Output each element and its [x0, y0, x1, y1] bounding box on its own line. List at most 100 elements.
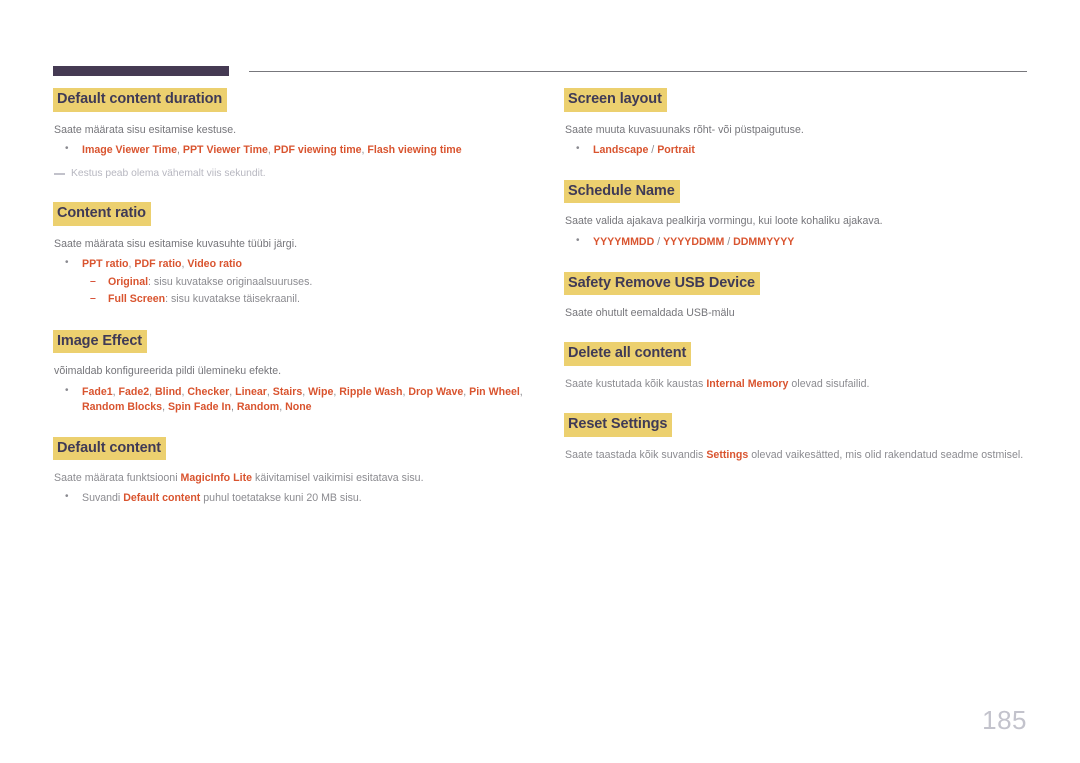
- section-heading-highlight: Default content: [53, 436, 167, 461]
- keyword-term: Pin Wheel: [469, 385, 520, 398]
- content-block: Default content Saate määrata funktsiooni…: [53, 436, 533, 507]
- plain-text: /: [648, 143, 658, 156]
- section-heading-highlight: Reset Settings: [564, 413, 673, 437]
- keyword-term: Portrait: [657, 143, 695, 156]
- right-column: Screen layout Saate muuta kuvasuunaks rõh…: [564, 88, 1034, 462]
- header-divider-line: [249, 71, 1027, 72]
- keyword-term: Video ratio: [187, 258, 242, 270]
- plain-text: /: [654, 235, 664, 248]
- keyword-term: Image Viewer Time: [82, 143, 178, 156]
- keyword-term: Flash viewing time: [367, 143, 462, 156]
- option-text: Fade1, Fade2, Blind, Checker, Linear, St…: [82, 386, 523, 413]
- keyword-term: Ripple Wash: [339, 385, 403, 398]
- header-accent-bar: [53, 66, 229, 76]
- section-heading: Default content: [53, 436, 533, 461]
- content-block: Delete all content Saate kustutada kõik k…: [564, 342, 1034, 391]
- option-text: Image Viewer Time, PPT Viewer Time, PDF …: [82, 144, 462, 156]
- keyword-term: Original: [108, 276, 149, 289]
- section-heading: Content ratio: [53, 202, 533, 226]
- keyword-term: YYYYMMDD: [593, 235, 655, 248]
- content-block: Content ratio Saate määrata sisu esitamis…: [53, 202, 533, 308]
- option-list-item: Suvandi Default content puhul toetatakse…: [53, 490, 533, 506]
- keyword-term: Default content: [123, 492, 201, 505]
- section-description: Saate ohutult eemaldada USB-mälu: [565, 307, 735, 320]
- option-text: Landscape / Portrait: [593, 144, 695, 156]
- section-heading: Screen layout: [564, 88, 1034, 112]
- section-heading-highlight: Schedule Name: [564, 179, 680, 204]
- section-heading: Reset Settings: [564, 413, 1034, 437]
- option-text: Suvandi Default content puhul toetatakse…: [82, 492, 362, 504]
- section-heading-highlight: Screen layout: [564, 88, 667, 112]
- plain-text: Saate määrata funktsiooni: [54, 472, 181, 485]
- page-number: 185: [982, 705, 1027, 735]
- section-heading-highlight: Delete all content: [564, 342, 692, 366]
- section-heading-highlight: Default content duration: [53, 88, 228, 112]
- option-text: PPT ratio, PDF ratio, Video ratio: [82, 258, 242, 270]
- plain-text: Suvandi: [82, 492, 124, 505]
- option-list: YYYYMMDD / YYYYDDMM / DDMMYYYY: [564, 234, 1034, 250]
- keyword-term: Spin Fade In: [167, 400, 231, 413]
- keyword-term: Drop Wave: [408, 385, 464, 398]
- section-heading: Delete all content: [564, 342, 1034, 366]
- section-description: Saate taastada kõik suvandis Settings ol…: [565, 448, 1034, 462]
- content-block: Image Effect võimaldab konfigureerida pil…: [53, 329, 533, 415]
- section-heading-highlight: Content ratio: [53, 202, 151, 226]
- option-list: Fade1, Fade2, Blind, Checker, Linear, St…: [53, 384, 533, 415]
- keyword-term: Settings: [706, 448, 749, 461]
- content-block: Schedule Name Saate valida ajakava pealki…: [564, 179, 1034, 250]
- section-description: Saate kustutada kõik kaustas Internal Me…: [565, 377, 1034, 391]
- keyword-term: MagicInfo Lite: [180, 472, 253, 485]
- note-line: Kestus peab olema vähemalt viis sekundit…: [53, 167, 533, 180]
- option-list-item: PPT ratio, PDF ratio, Video ratio Origina…: [53, 256, 533, 308]
- keyword-term: Random: [236, 400, 280, 413]
- option-text: YYYYMMDD / YYYYDDMM / DDMMYYYY: [593, 236, 794, 248]
- keyword-term: PDF ratio: [134, 258, 182, 270]
- plain-text: : sisu kuvatakse täisekraanil.: [165, 293, 300, 306]
- content-block: Default content duration Saate määrata si…: [53, 88, 533, 180]
- section-description: Saate määrata funktsiooni MagicInfo Lite…: [54, 471, 533, 485]
- page-header-rule: [0, 66, 1080, 78]
- plain-text: Saate taastada kõik suvandis: [565, 448, 707, 461]
- keyword-term: Fade2: [118, 385, 150, 398]
- option-list: Landscape / Portrait: [564, 142, 1034, 158]
- option-list-item: YYYYMMDD / YYYYDDMM / DDMMYYYY: [564, 234, 1034, 250]
- plain-text: olevad sisufailid.: [788, 377, 870, 390]
- keyword-term: Stairs: [272, 385, 303, 398]
- option-list-item: Image Viewer Time, PPT Viewer Time, PDF …: [53, 142, 533, 158]
- content-block: Reset Settings Saate taastada kõik suvand…: [564, 413, 1034, 462]
- plain-text: : sisu kuvatakse originaalsuuruses.: [148, 276, 313, 289]
- keyword-term: Random Blocks: [82, 400, 163, 413]
- section-description: Saate muuta kuvasuunaks rõht- või püstpa…: [565, 123, 804, 136]
- section-description: Saate määrata sisu esitamise kestuse.: [54, 123, 237, 136]
- keyword-term: PDF viewing time: [273, 143, 362, 156]
- section-heading-highlight: Image Effect: [53, 329, 148, 354]
- keyword-term: None: [285, 400, 312, 413]
- plain-text: ,: [519, 385, 523, 398]
- plain-text: Saate kustutada kõik kaustas: [565, 377, 707, 390]
- option-list-item: Fade1, Fade2, Blind, Checker, Linear, St…: [53, 384, 533, 415]
- content-block: Screen layout Saate muuta kuvasuunaks rõh…: [564, 88, 1034, 158]
- keyword-term: PPT Viewer Time: [182, 143, 268, 156]
- keyword-term: Landscape: [593, 143, 649, 156]
- option-list: PPT ratio, PDF ratio, Video ratio Origina…: [53, 256, 533, 308]
- keyword-term: Internal Memory: [706, 377, 789, 390]
- option-list-item: Landscape / Portrait: [564, 142, 1034, 158]
- plain-text: puhul toetatakse kuni 20 MB sisu.: [200, 492, 362, 505]
- section-heading-highlight: Safety Remove USB Device: [564, 271, 760, 296]
- option-list: Image Viewer Time, PPT Viewer Time, PDF …: [53, 142, 533, 158]
- keyword-term: Blind: [155, 385, 182, 398]
- sub-option-list-item: Original: sisu kuvatakse originaalsuurus…: [82, 274, 533, 290]
- left-column: Default content duration Saate määrata si…: [53, 88, 533, 506]
- keyword-term: Full Screen: [108, 293, 166, 306]
- plain-text: /: [724, 235, 734, 248]
- keyword-term: YYYYDDMM: [663, 235, 725, 248]
- plain-text: käivitamisel vaikimisi esitatava sisu.: [252, 472, 424, 485]
- keyword-term: PPT ratio: [82, 258, 129, 270]
- section-heading: Schedule Name: [564, 179, 1034, 204]
- section-heading: Default content duration: [53, 88, 533, 112]
- section-heading: Image Effect: [53, 329, 533, 354]
- keyword-term: Linear: [235, 385, 267, 398]
- content-block: Safety Remove USB Device Saate ohutult ee…: [564, 271, 1034, 321]
- section-description: Saate määrata sisu esitamise kuvasuhte t…: [54, 237, 298, 250]
- keyword-term: Checker: [187, 385, 230, 398]
